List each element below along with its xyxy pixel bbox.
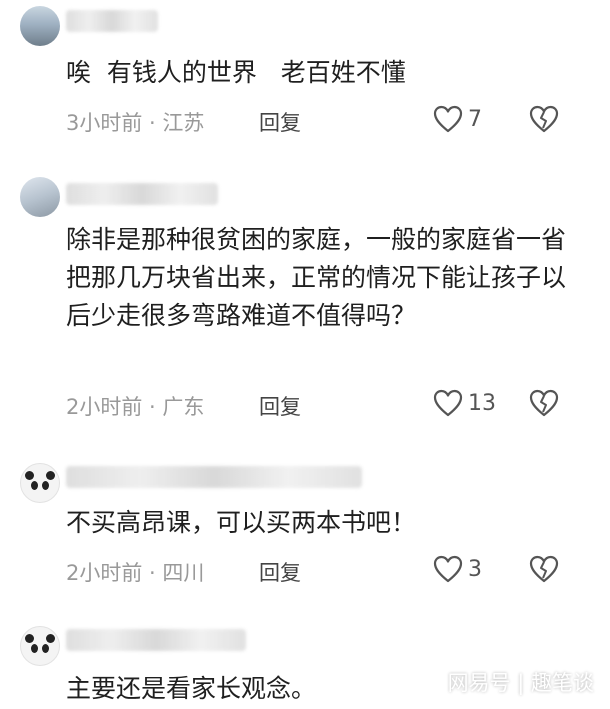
avatar[interactable] — [20, 6, 60, 46]
panda-eye-icon — [31, 644, 38, 653]
comment-text: 除非是那种很贫困的家庭，一般的家庭省一省把那几万块省出来，正常的情况下能让孩子以… — [66, 225, 567, 330]
broken-heart-icon[interactable] — [528, 104, 560, 134]
avatar[interactable] — [20, 626, 60, 666]
broken-heart-icon[interactable] — [528, 554, 560, 584]
comment-text: 不买高昂课，可以买两本书吧！ — [66, 508, 417, 537]
avatar[interactable] — [20, 177, 60, 217]
like-button[interactable]: 3 — [432, 554, 482, 584]
comment-meta: 2小时前 · 四川 — [66, 561, 205, 585]
like-button[interactable]: 13 — [432, 388, 496, 418]
broken-heart-icon[interactable] — [528, 388, 560, 418]
heart-outline-icon — [433, 105, 463, 133]
panda-ear-icon — [46, 634, 55, 643]
panda-ear-icon — [46, 471, 55, 480]
avatar[interactable] — [20, 463, 60, 503]
panda-eye-icon — [31, 481, 38, 490]
comment-item: 唉 有钱人的世界 老百姓不懂 3小时前 · 江苏 回复 7 — [0, 0, 610, 160]
like-count: 7 — [468, 106, 482, 132]
panda-eye-icon — [42, 644, 49, 653]
reply-button[interactable]: 回复 — [259, 391, 301, 421]
username-redacted — [66, 183, 218, 205]
username-redacted — [66, 466, 362, 488]
watermark: 网易号 | 趣笔谈 — [447, 671, 594, 695]
panda-eye-icon — [42, 481, 49, 490]
panda-ear-icon — [25, 634, 34, 643]
panda-ear-icon — [25, 471, 34, 480]
comment-meta: 2小时前 · 广东 — [66, 395, 205, 419]
like-button[interactable]: 7 — [432, 104, 482, 134]
comment-text: 唉 有钱人的世界 老百姓不懂 — [66, 58, 406, 87]
comment-meta: 3小时前 · 江苏 — [66, 111, 205, 135]
like-count: 3 — [468, 556, 482, 582]
heart-outline-icon — [433, 389, 463, 417]
username-redacted — [66, 10, 158, 32]
heart-outline-icon — [433, 555, 463, 583]
username-redacted — [66, 629, 246, 651]
comment-item: 除非是那种很贫困的家庭，一般的家庭省一省把那几万块省出来，正常的情况下能让孩子以… — [0, 165, 610, 445]
comment-item: 不买高昂课，可以买两本书吧！ 2小时前 · 四川 回复 3 — [0, 455, 610, 615]
like-count: 13 — [468, 390, 496, 416]
reply-button[interactable]: 回复 — [259, 557, 301, 587]
reply-button[interactable]: 回复 — [259, 107, 301, 137]
